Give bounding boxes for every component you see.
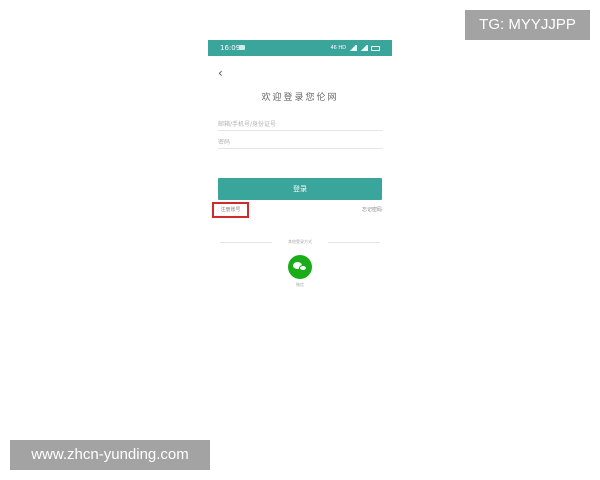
back-arrow-icon[interactable]: ‹ (218, 67, 226, 79)
watermark-top: TG: MYYJJPP (465, 10, 590, 40)
phone-screenshot: 16:09 46 HD ‹ 欢迎登录您伦网 邮箱/手机号/身份证号 密码 登录 … (208, 40, 392, 300)
status-time: 16:09 (220, 44, 241, 52)
account-placeholder: 邮箱/手机号/身份证号 (218, 121, 277, 128)
wechat-icon-secondary (299, 265, 307, 271)
battery-icon (371, 45, 380, 51)
status-bar: 16:09 46 HD (208, 40, 392, 56)
page-title: 欢迎登录您伦网 (261, 93, 339, 103)
signal-icon (349, 45, 357, 51)
wechat-label: 微信 (296, 282, 304, 287)
page: 16:09 46 HD ‹ 欢迎登录您伦网 邮箱/手机号/身份证号 密码 登录 … (0, 0, 600, 480)
login-button[interactable]: 登录 (218, 178, 382, 200)
network-label: 46 HD (330, 45, 346, 51)
password-input[interactable]: 密码 (218, 138, 383, 149)
divider-right (328, 242, 380, 243)
account-input[interactable]: 邮箱/手机号/身份证号 (218, 120, 383, 131)
notification-icon (239, 45, 245, 50)
wechat-login-button[interactable] (288, 255, 312, 279)
status-indicators: 46 HD (330, 43, 380, 53)
forgot-password-link[interactable]: 忘记密码 (362, 206, 382, 214)
register-link[interactable]: 注册账号 (212, 202, 249, 218)
watermark-bottom: www.zhcn-yunding.com (10, 440, 210, 470)
wifi-icon (360, 45, 368, 51)
password-placeholder: 密码 (218, 139, 231, 146)
